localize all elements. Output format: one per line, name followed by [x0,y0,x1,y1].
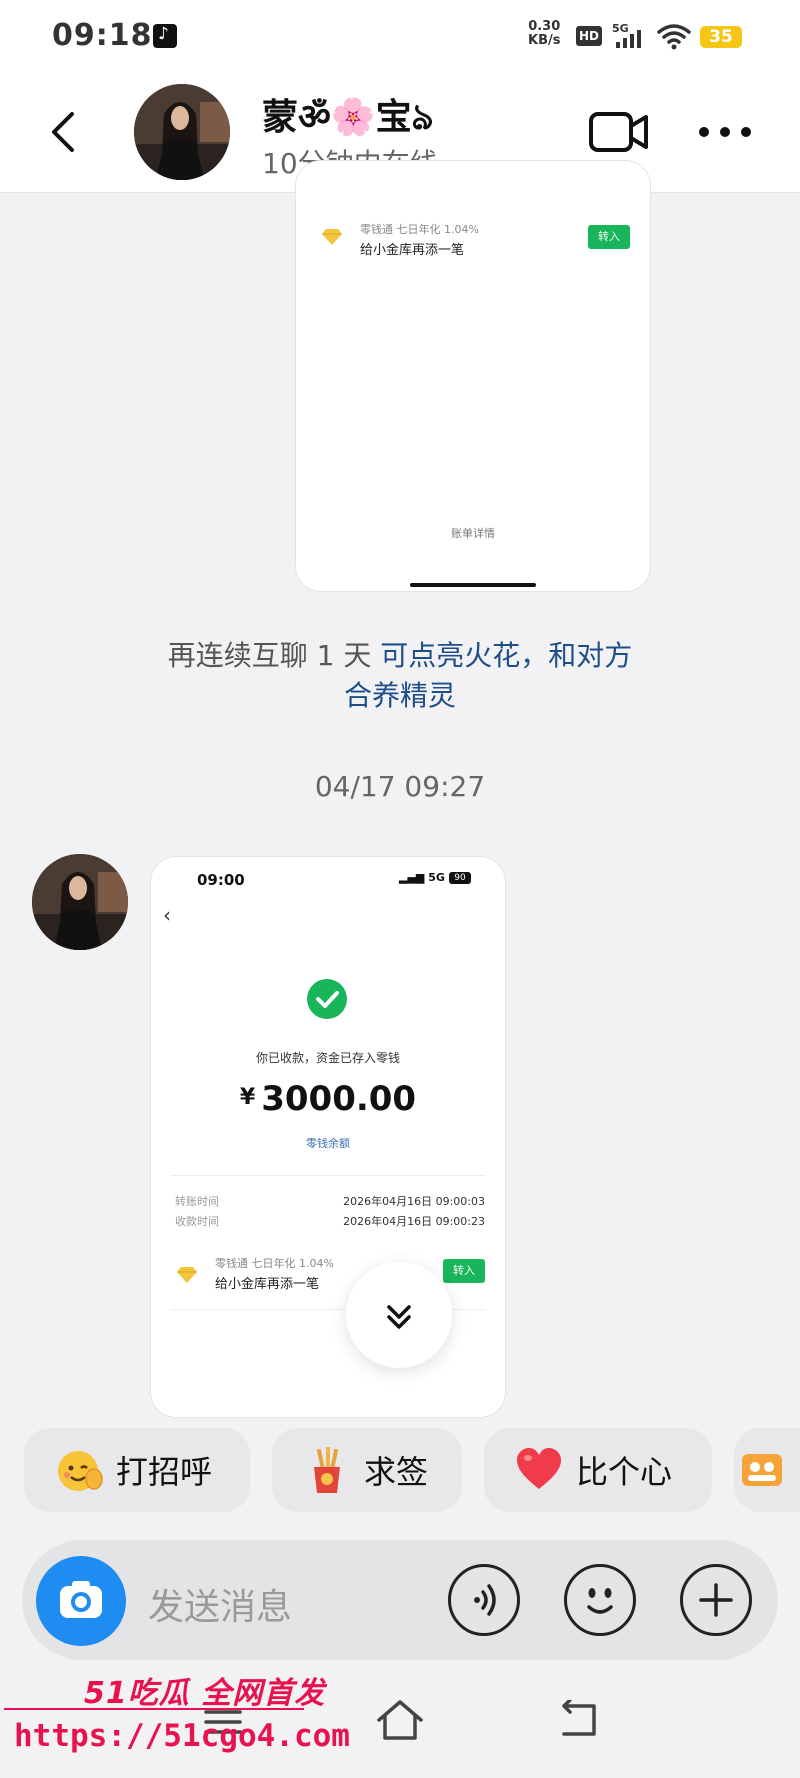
voice-button[interactable] [448,1564,520,1636]
product-text: 给小金库再添一笔 [215,1277,320,1292]
net-speed: 0.30 KB/s [528,20,560,48]
hd-icon: HD [576,26,602,46]
product-line: 零钱通 七日年化 1.04% [360,223,479,236]
voice-wave-icon [474,1584,496,1616]
currency: ¥ [239,1085,256,1110]
photo-album-icon [734,1445,790,1495]
status-bar: 09:18 0.30 KB/s HD 5G 35 [0,0,800,70]
quick-reply-heart[interactable]: 比个心 [484,1428,712,1512]
spark-link-2[interactable]: 合养精灵 [344,679,456,712]
contact-name: 蒙ॐ🌸宝ঌ [262,97,434,138]
balance-link: 零钱余额 [306,1137,350,1150]
amount: ¥3000.00 [151,1079,505,1119]
divider [171,1175,485,1176]
image-message-1[interactable]: 零钱通 七日年化 1.04% 给小金库再添一笔 转入 账单详情 [295,160,651,592]
amount-value: 3000.00 [261,1079,417,1119]
net-speed-value: 0.30 [528,19,561,34]
back-nav-icon[interactable] [554,1700,604,1742]
message-input[interactable]: 发送消息 [148,1578,292,1630]
receive-time-value: 2026年04月16日 09:00:23 [343,1215,485,1228]
fortune-sticks-icon [302,1445,352,1495]
spark-hint-text: 再连续互聊 1 天 [167,639,381,672]
chevron-left-icon: ‹ [163,903,171,927]
wave-face-icon [54,1445,104,1495]
emoji-button[interactable] [564,1564,636,1636]
spark-link[interactable]: 可点亮火花，和对方 [380,639,632,672]
signal-5g-icon: 5G [612,22,646,50]
received-text: 你已收款，资金已存入零钱 [255,1051,400,1065]
quick-reply-more[interactable] [734,1428,800,1512]
watermark-brand: 51吃瓜 全网首发 [84,1676,326,1711]
home-indicator [410,583,536,587]
quick-reply-greet[interactable]: 打招呼 [24,1428,250,1512]
product-line: 零钱通 七日年化 1.04% [215,1257,334,1270]
back-button[interactable] [48,110,78,154]
quick-reply-bar: 打招呼 求签 比个心 [0,1424,800,1520]
spark-hint: 再连续互聊 1 天 可点亮火花，和对方 合养精灵 [100,636,700,716]
more-dots-icon [699,127,751,137]
wifi-icon [656,22,692,50]
chip-label: 求签 [364,1453,429,1491]
chip-label: 打招呼 [116,1453,213,1491]
diamond-icon [322,229,342,245]
receive-time-label: 收款时间 [175,1215,219,1228]
transfer-time-label: 转账时间 [175,1195,219,1208]
watermark-url: https://51cgo4.com [14,1718,350,1754]
image-message-2[interactable]: 09:00 ▂▄▆ 5G 90 ‹ 你已收款，资金已存入零钱 ¥3000.00 … [150,856,506,1418]
screenshot-battery: 90 [449,872,471,884]
status-time: 09:18 [52,18,153,53]
bill-detail-link: 账单详情 [451,527,495,540]
scroll-to-bottom-button[interactable] [346,1262,452,1368]
home-icon[interactable] [374,1698,426,1744]
tiktok-icon [153,24,177,48]
message-timestamp: 04/17 09:27 [314,770,486,803]
video-camera-icon [589,112,648,152]
diamond-icon [177,1267,197,1283]
transfer-in-button: 转入 [588,225,630,249]
video-call-button[interactable] [588,110,650,154]
message-input-bar: 发送消息 [22,1540,778,1660]
quick-reply-fortune[interactable]: 求签 [272,1428,462,1512]
screenshot-network-type: 5G [428,871,445,884]
check-circle-icon [307,979,347,1019]
screenshot-time: 09:00 [197,871,245,889]
transfer-time-value: 2026年04月16日 09:00:03 [343,1195,485,1208]
double-chevron-down-icon [387,1305,411,1329]
sender-avatar[interactable] [32,854,128,950]
watermark-line [4,1708,304,1710]
contact-avatar[interactable] [134,84,230,180]
camera-button[interactable] [36,1556,126,1646]
chevron-left-icon [52,112,74,152]
chip-label: 比个心 [576,1453,673,1491]
plus-icon [699,1583,733,1617]
battery-icon: 35 [700,26,742,48]
more-actions-button[interactable] [680,1564,752,1636]
product-text: 给小金库再添一笔 [360,243,465,258]
net-speed-unit: KB/s [528,33,561,48]
camera-icon [60,1581,102,1618]
smiley-face-icon [587,1588,613,1614]
heart-icon [514,1445,564,1495]
more-options-button[interactable] [696,124,754,140]
screenshot-network: ▂▄▆ 5G [399,871,445,884]
